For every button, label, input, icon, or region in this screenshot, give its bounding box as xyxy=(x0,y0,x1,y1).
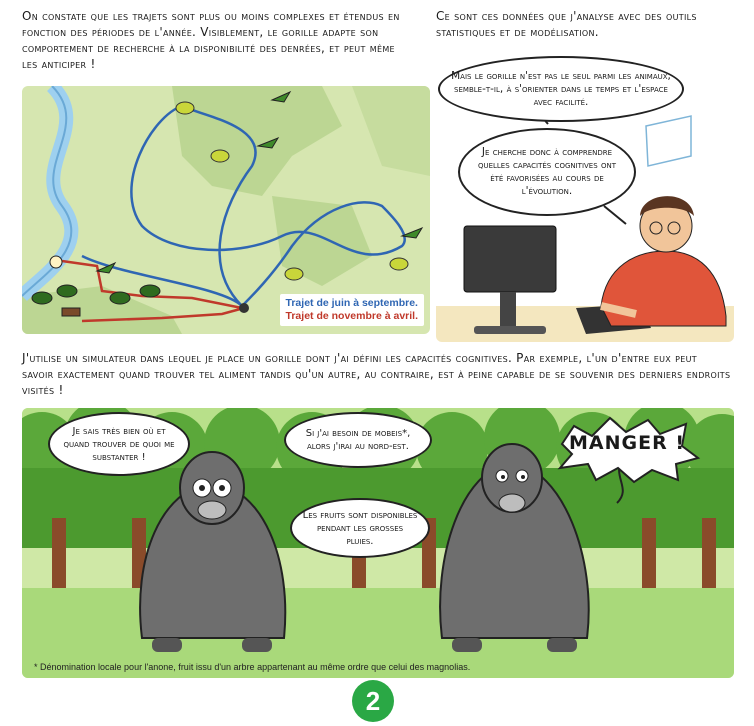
page-number-badge: 2 xyxy=(352,680,394,722)
leaf-icon xyxy=(139,284,161,298)
leaf-icon xyxy=(400,226,424,239)
monitor-base xyxy=(474,326,546,334)
window xyxy=(645,115,692,167)
monitor xyxy=(463,225,557,293)
footnote: * Dénomination locale pour l'anone, frui… xyxy=(34,662,471,672)
forest-patch xyxy=(352,86,430,176)
speech-bubble-researcher-2: Je cherche donc à comprendre quelles cap… xyxy=(458,128,636,216)
leaf-icon xyxy=(56,284,78,298)
caption-map-intro: On constate que les trajets sont plus ou… xyxy=(22,9,400,71)
river xyxy=(22,86,79,302)
office-panel: Mais le gorille n'est pas le seul parmi … xyxy=(436,56,734,342)
researcher-shirt xyxy=(600,250,727,327)
leaf-icon xyxy=(31,291,53,305)
monitor-stand xyxy=(500,292,516,328)
caption-simulator: J'utilise un simulateur dans lequel je p… xyxy=(22,351,731,397)
caption-analysis: Ce sont ces données que j'analyse avec d… xyxy=(436,9,697,39)
log-icon xyxy=(61,307,81,317)
speech-bubble-mobeis: Si j'ai besoin de mobeis*, alors j'irai … xyxy=(284,412,432,468)
legend-blue-path: Trajet de juin à septembre. xyxy=(285,297,418,309)
map-panel: Trajet de juin à septembre. Trajet de no… xyxy=(22,86,430,334)
bubble-tail xyxy=(603,205,627,225)
map-legend: Trajet de juin à septembre. Trajet de no… xyxy=(279,294,424,326)
speech-bubble-gorilla-knows: Je sais très bien où et quand trouver de… xyxy=(48,412,190,476)
gorilla-marker-icon xyxy=(239,303,249,313)
shout-text: MANGER ! xyxy=(569,432,685,454)
fruit-icon xyxy=(284,267,304,281)
fruit-icon xyxy=(175,101,195,115)
mushroom-icon xyxy=(49,255,63,269)
speech-bubble-fruits: Les fruits sont disponibles pendant les … xyxy=(290,498,430,558)
forest-patch xyxy=(172,86,342,196)
speech-bubble-researcher-1: Mais le gorille n'est pas le seul parmi … xyxy=(438,56,684,122)
leaf-icon xyxy=(109,291,131,305)
fruit-icon xyxy=(210,149,230,163)
legend-red-path: Trajet de novembre à avril. xyxy=(285,310,418,322)
fruit-icon xyxy=(389,257,409,271)
